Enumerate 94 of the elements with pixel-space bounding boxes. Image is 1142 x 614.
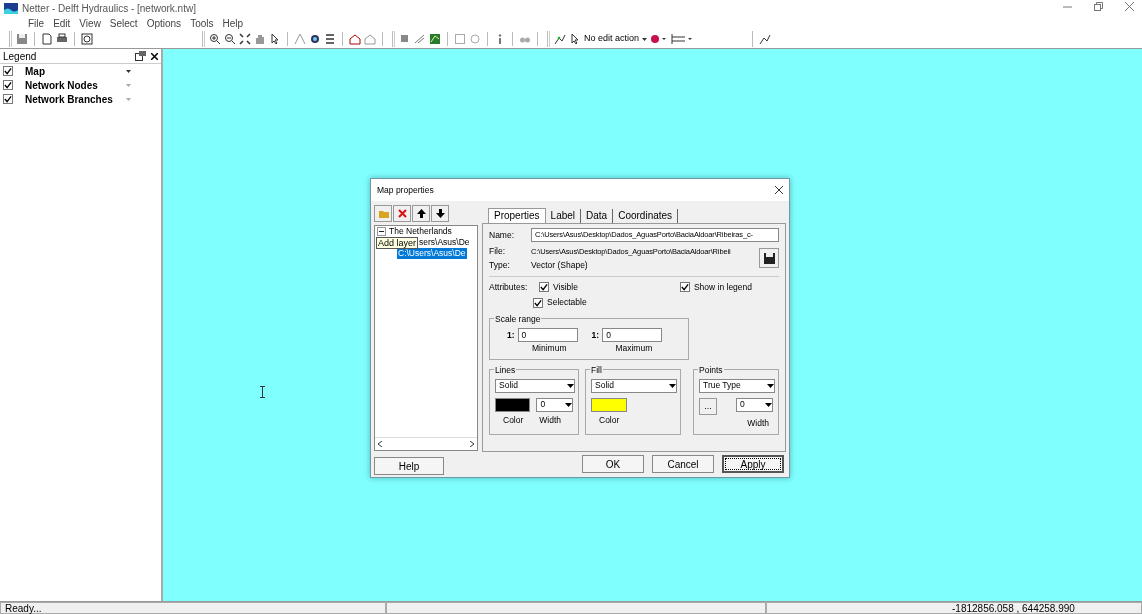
pointer-icon[interactable] [569,33,581,45]
field-label: Attributes: [489,280,529,294]
menu-item[interactable]: File [28,15,45,31]
printer-icon[interactable] [56,33,68,45]
collapse-icon[interactable] [377,227,386,236]
tree-item[interactable]: sers\Asus\De [419,237,470,248]
line-style-dropdown[interactable]: Solid [495,378,575,393]
scale-field[interactable]: 0 [602,328,663,342]
browse-button[interactable]: ... [699,397,717,415]
status-text: Ready... [0,602,386,614]
tab[interactable]: Properties [488,208,546,223]
float-panel-icon[interactable] [135,51,146,61]
map-icon[interactable] [429,33,441,45]
menu-item[interactable]: Options [146,15,182,31]
arrow-up-icon[interactable] [415,208,427,219]
target-icon[interactable] [309,33,321,45]
checkbox-label: Show in legend [693,280,753,294]
document-icon[interactable] [41,33,53,45]
field-caption: Maximum [615,342,653,355]
point-style-dropdown[interactable]: True Type [699,378,775,393]
dropdown-arrow-icon[interactable] [567,383,574,388]
dropdown-arrow-icon[interactable] [767,383,774,388]
legend-checkbox[interactable] [3,94,13,104]
tree-item[interactable]: C:\Users\Asus\De [397,248,467,259]
field-label: Type: [489,258,511,272]
dropdown-arrow-icon[interactable] [565,402,572,407]
zoom-in-icon[interactable] [209,33,221,45]
dialog-button[interactable]: Apply [722,455,784,473]
house-icon[interactable] [349,33,361,45]
group-title: Scale range [494,313,542,326]
fill-style-dropdown[interactable]: Solid [591,378,677,393]
dropdown-arrow-icon[interactable] [669,383,676,388]
zoom-out-icon[interactable] [224,33,236,45]
field-label: File: [489,245,507,258]
help-icon[interactable] [81,33,93,45]
edit-action-dropdown[interactable]: No edit action [584,32,640,46]
dropdown-arrow-icon[interactable] [126,69,131,73]
dialog-title: Map properties [377,183,434,197]
panel-title: Legend [3,49,37,64]
tooltip: Add layer [376,237,419,249]
legend-item[interactable]: Network Branches [25,91,114,107]
legend-checkbox[interactable] [3,80,13,90]
ratio-prefix: 1: [591,328,600,342]
scroll-right-icon[interactable] [470,441,474,447]
scale-field[interactable]: 0 [517,328,578,342]
menu-item[interactable]: View [79,15,101,31]
full-extent-icon[interactable] [239,33,251,45]
field-label: Name: [489,228,516,242]
app-logo-icon [4,2,18,14]
legend-item[interactable]: Network Nodes [25,77,114,93]
checkbox-label: Visible [553,280,578,294]
coordinates-text: -1812856.058 , 644258.990 [766,602,1142,614]
node-style-dropdown[interactable] [650,33,669,45]
field-caption: Color [598,413,621,427]
type-text: Vector (Shape) [531,258,589,272]
field-caption: Minimum [532,342,567,355]
edit-network-icon[interactable] [759,33,772,45]
dialog-button[interactable]: Cancel [652,455,714,473]
close-icon[interactable] [151,52,158,60]
checkbox[interactable] [533,297,543,308]
field-caption: Color [503,413,524,427]
dropdown-arrow-icon[interactable] [765,402,772,407]
save-icon[interactable] [763,252,775,264]
dropdown-arrow-icon[interactable] [642,37,648,41]
scroll-left-icon[interactable] [378,441,382,447]
legend-item[interactable]: Map [25,63,114,79]
menu-item[interactable]: Edit [53,15,71,31]
pointer-icon[interactable] [269,33,281,45]
menu-item[interactable]: Tools [190,15,214,31]
menu-item[interactable]: Select [109,15,138,31]
field-caption: Width [746,416,770,430]
edit-network-icon[interactable] [554,33,566,45]
help-button[interactable]: Help [374,457,444,475]
width-dropdown[interactable]: 0 [536,397,573,412]
delete-icon[interactable] [396,208,408,219]
menu-item[interactable]: Help [222,15,244,31]
dialog-button[interactable]: OK [582,455,644,473]
arrow-down-icon[interactable] [434,208,446,219]
close-icon[interactable] [775,186,783,194]
width-dropdown[interactable]: 0 [736,397,773,412]
checkbox[interactable] [679,281,690,292]
horizontal-scrollbar[interactable] [375,437,477,450]
ratio-prefix: 1: [507,328,515,342]
window-title: Netter - Delft Hydraulics - [network.ntw] [22,1,196,16]
tree-item[interactable]: The Netherlands [389,226,452,237]
line-style-dropdown[interactable] [671,33,694,45]
field-caption: Width [539,413,562,427]
text-cursor-icon [260,386,265,398]
color-swatch[interactable] [495,397,531,412]
maximize-icon[interactable] [1094,2,1103,11]
checkbox-label: Selectable [547,296,587,309]
color-swatch[interactable] [591,397,627,412]
legend-checkbox[interactable] [3,66,13,76]
checkbox[interactable] [539,281,549,292]
